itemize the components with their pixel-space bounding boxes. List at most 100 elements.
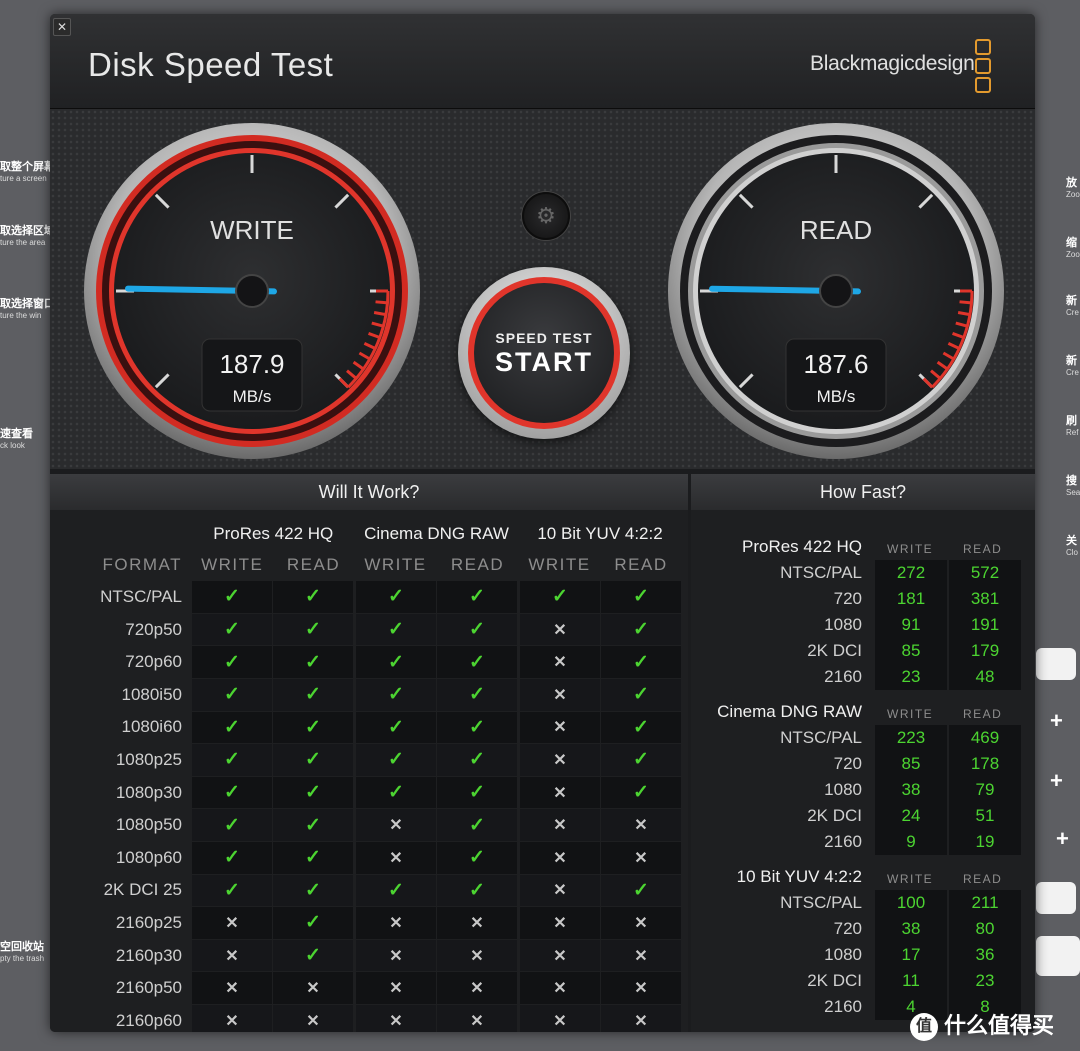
background-menu-item: 取整个屏幕 ture a screen	[0, 158, 55, 183]
checkmark-icon: ✓	[354, 645, 437, 679]
cross-icon: ✕	[436, 971, 520, 1005]
resolution-label: NTSC/PAL	[780, 563, 862, 582]
format-name: 2K DCI 25	[103, 880, 182, 900]
cross-icon: ✕	[192, 906, 273, 940]
write-header: WRITE	[528, 555, 591, 575]
checkmark-icon: ✓	[354, 776, 437, 810]
checkmark-icon: ✓	[600, 581, 682, 614]
menu-item-label: 缩	[1066, 237, 1077, 249]
checkmark-icon: ✓	[192, 743, 273, 777]
checkmark-icon: ✓	[272, 581, 356, 614]
will-it-work-panel: Will It Work? ProRes 422 HQ Cinema DNG R…	[50, 474, 688, 1032]
resolution-label: 2K DCI	[807, 806, 862, 825]
checkmark-icon: ✓	[272, 645, 356, 679]
resolution-label: 720	[833, 589, 862, 608]
write-speed-unit: MB/s	[233, 387, 272, 406]
menu-item-label: 取整个屏幕	[0, 161, 55, 173]
resolution-label: NTSC/PAL	[780, 728, 862, 747]
format-name: 1080p60	[115, 847, 182, 867]
how-fast-group: ProRes 422 HQ WRITE READ NTSC/PAL 272 572 720 1…	[691, 534, 1035, 691]
format-row: 2160p50 ✕ ✕ ✕ ✕ ✕ ✕	[64, 971, 682, 1005]
menu-item-label: 速查看	[0, 428, 33, 440]
write-fps-value: 85	[875, 638, 947, 665]
resolution-label: 1080	[824, 615, 862, 634]
checkmark-icon: ✓	[600, 711, 682, 745]
checkmark-icon: ✓	[272, 743, 356, 777]
cross-icon: ✕	[518, 678, 601, 712]
cross-icon: ✕	[600, 906, 682, 940]
checkmark-icon: ✓	[272, 613, 356, 647]
gauge-redline-tick	[959, 300, 972, 305]
watermark: 值什么值得买	[910, 1008, 1054, 1042]
checkmark-icon: ✓	[600, 678, 682, 712]
write-header: WRITE	[887, 872, 934, 886]
background-button	[1036, 648, 1076, 680]
checkmark-icon: ✓	[354, 581, 437, 614]
start-button[interactable]: SPEED TEST START	[458, 267, 630, 439]
how-fast-row: 2K DCI 85 179	[691, 638, 1035, 665]
write-fps-value: 181	[875, 586, 947, 613]
format-row: 1080i60 ✓ ✓ ✓ ✓ ✕ ✓	[64, 711, 682, 745]
format-row: 2160p25 ✕ ✓ ✕ ✕ ✕ ✕	[64, 906, 682, 940]
how-fast-group: 10 Bit YUV 4:2:2 WRITE READ NTSC/PAL 100 211 7…	[691, 864, 1035, 1021]
menu-item-label: 刷	[1066, 415, 1077, 427]
background-menu-item: 新 Cre	[1066, 352, 1079, 377]
settings-button[interactable]: ⚙	[522, 192, 570, 240]
resolution-label: 2160	[824, 997, 862, 1016]
menu-item-label: 搜	[1066, 475, 1077, 487]
write-fps-value: 38	[875, 777, 947, 804]
read-header: READ	[286, 555, 341, 575]
cross-icon: ✕	[518, 776, 601, 810]
resolution-label: 720	[833, 754, 862, 773]
how-fast-group-title: ProRes 422 HQ	[742, 537, 862, 556]
will-it-work-table: ProRes 422 HQ Cinema DNG RAW 10 Bit YUV …	[64, 518, 682, 1032]
cross-icon: ✕	[354, 971, 437, 1005]
background-menu-item: 缩 Zoo	[1066, 234, 1080, 259]
disk-speed-test-window: ✕ Disk Speed Test Blackmagicdesign WRITE	[50, 14, 1035, 1032]
background-menu-item: 空回收站 pty the trash	[0, 938, 44, 963]
read-fps-value: 572	[949, 560, 1021, 587]
read-gauge-label: READ	[800, 215, 872, 245]
checkmark-icon: ✓	[272, 841, 356, 875]
background-menu-item: 放 Zoo	[1066, 174, 1080, 199]
cross-icon: ✕	[518, 906, 601, 940]
read-fps-value: 469	[949, 725, 1021, 752]
menu-item-sublabel: Zoo	[1066, 250, 1080, 259]
how-fast-row: 1080 17 36	[691, 942, 1035, 969]
cross-icon: ✕	[354, 808, 437, 842]
format-row: 2K DCI 25 ✓ ✓ ✓ ✓ ✕ ✓	[64, 874, 682, 908]
cross-icon: ✕	[192, 971, 273, 1005]
checkmark-icon: ✓	[272, 678, 356, 712]
close-button[interactable]: ✕	[53, 18, 71, 36]
write-fps-value: 91	[875, 612, 947, 639]
cross-icon: ✕	[518, 743, 601, 777]
resolution-label: 2160	[824, 832, 862, 851]
read-fps-value: 48	[949, 664, 1021, 691]
format-row: 720p60 ✓ ✓ ✓ ✓ ✕ ✓	[64, 645, 682, 679]
cross-icon: ✕	[354, 1004, 437, 1032]
background-menu-item: 速查看 ck look	[0, 425, 33, 450]
menu-item-sublabel: Ref	[1066, 428, 1079, 437]
read-fps-value: 381	[949, 586, 1021, 613]
menu-item-label: 新	[1066, 295, 1077, 307]
checkmark-icon: ✓	[192, 581, 273, 614]
checkmark-icon: ✓	[600, 874, 682, 908]
checkmark-icon: ✓	[436, 645, 520, 679]
how-fast-row: 2160 9 19	[691, 829, 1035, 856]
format-name: 1080i60	[121, 717, 182, 737]
read-header: READ	[963, 872, 1003, 886]
read-header: READ	[963, 542, 1003, 556]
menu-item-label: 新	[1066, 355, 1077, 367]
checkmark-icon: ✓	[354, 874, 437, 908]
checkmark-icon: ✓	[272, 874, 356, 908]
how-fast-group: Cinema DNG RAW WRITE READ NTSC/PAL 223 469 720…	[691, 699, 1035, 856]
gauge-redline-tick	[375, 300, 388, 305]
write-fps-value: 223	[875, 725, 947, 752]
write-fps-value: 100	[875, 890, 947, 917]
checkmark-icon: ✓	[192, 874, 273, 908]
menu-item-sublabel: ture the win	[0, 311, 42, 320]
start-label-bottom: START	[495, 347, 593, 377]
format-row: 2160p60 ✕ ✕ ✕ ✕ ✕ ✕	[64, 1004, 682, 1032]
background-menu-item: 刷 Ref	[1066, 412, 1078, 437]
format-row: 720p50 ✓ ✓ ✓ ✓ ✕ ✓	[64, 613, 682, 647]
